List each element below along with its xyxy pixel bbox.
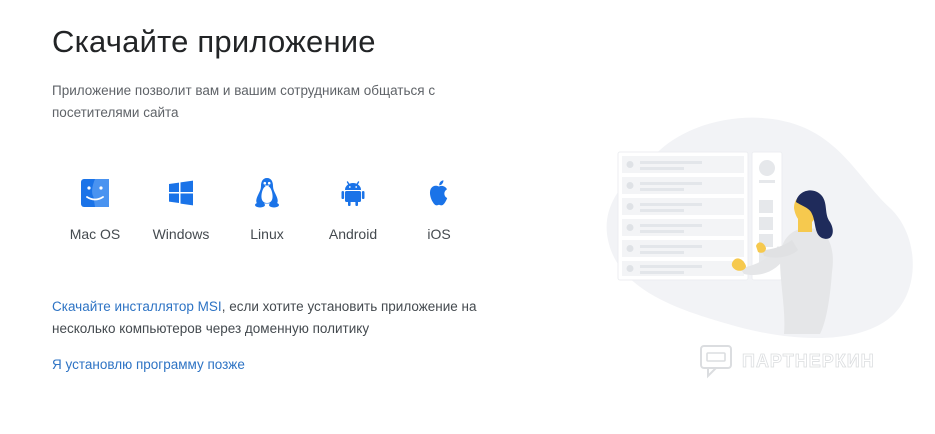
platform-label: Android xyxy=(328,226,378,242)
platform-android[interactable]: Android xyxy=(310,176,396,242)
windows-icon xyxy=(169,180,193,206)
partnerkin-logo-icon xyxy=(700,345,732,379)
page-title: Скачайте приложение xyxy=(52,24,376,59)
platform-label: Mac OS xyxy=(69,226,121,242)
platform-macos[interactable]: Mac OS xyxy=(52,176,138,242)
android-icon xyxy=(341,181,365,206)
platform-list: Mac OS Windows Linux Android iOS xyxy=(52,176,482,242)
install-later-link[interactable]: Я установлю программу позже xyxy=(52,354,245,376)
watermark: ПАРТНЕРКИН xyxy=(698,343,875,379)
platform-linux[interactable]: Linux xyxy=(224,176,310,242)
linux-icon xyxy=(255,178,279,208)
platform-ios[interactable]: iOS xyxy=(396,176,482,242)
support-illustration xyxy=(606,117,913,339)
macos-icon xyxy=(81,179,109,207)
download-app-page: Скачайте приложение Приложение позволит … xyxy=(0,0,935,434)
watermark-text: ПАРТНЕРКИН xyxy=(742,350,875,371)
platform-label: iOS xyxy=(427,226,451,242)
msi-paragraph: Скачайте инсталлятор MSI, если хотите ус… xyxy=(52,296,512,340)
apple-icon xyxy=(429,180,448,206)
msi-download-link[interactable]: Скачайте инсталлятор MSI xyxy=(52,299,222,314)
page-description: Приложение позволит вам и вашим сотрудни… xyxy=(52,83,436,120)
platform-label: Windows xyxy=(152,226,210,242)
platform-windows[interactable]: Windows xyxy=(138,176,224,242)
platform-label: Linux xyxy=(250,226,284,242)
